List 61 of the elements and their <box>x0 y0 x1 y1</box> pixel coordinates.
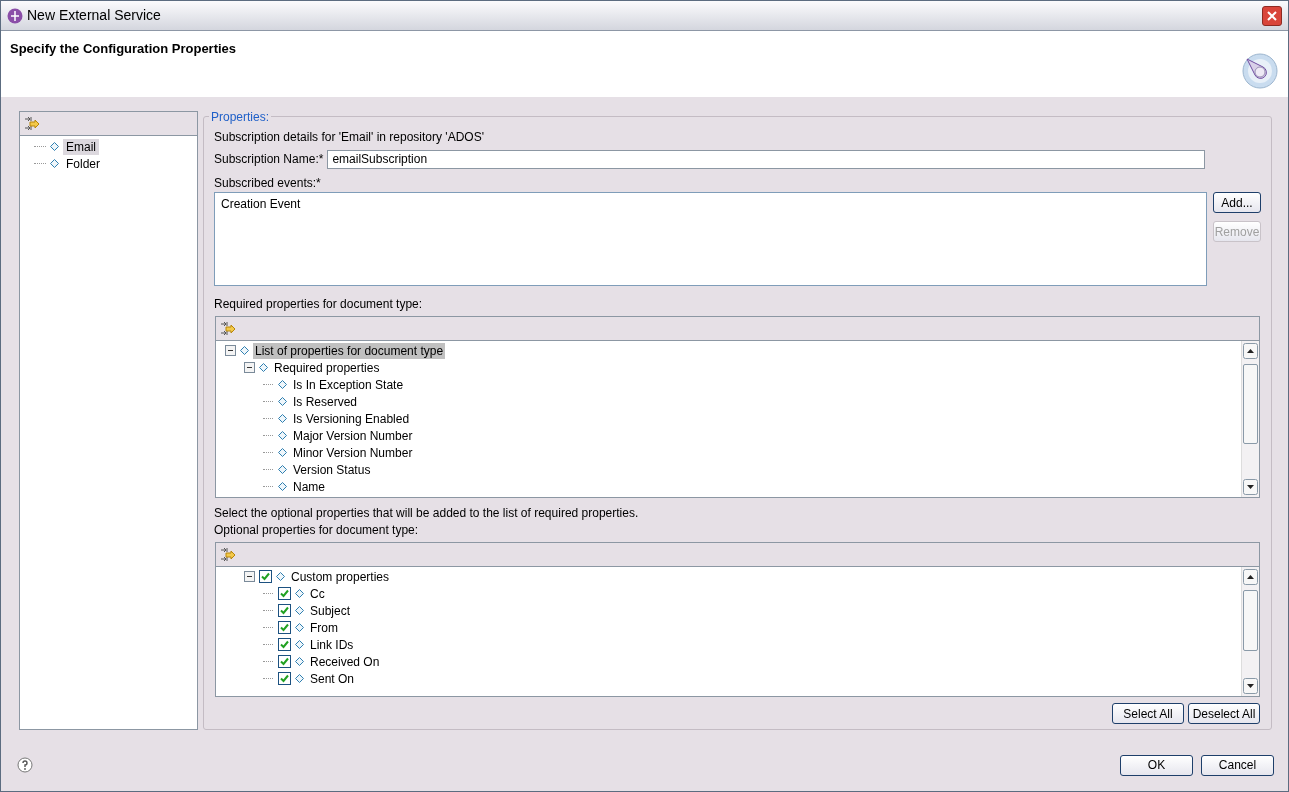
checkbox[interactable] <box>278 672 291 685</box>
section-label: Required properties for document type: <box>214 296 424 311</box>
close-button[interactable] <box>1262 5 1282 26</box>
collapse-icon[interactable] <box>243 571 255 582</box>
checkbox[interactable] <box>259 570 272 583</box>
checkbox[interactable] <box>278 604 291 617</box>
add-button[interactable]: Add... <box>1213 192 1261 213</box>
collapse-icon[interactable] <box>243 362 255 373</box>
scroll-up-icon[interactable] <box>1243 343 1258 359</box>
field-label: Subscribed events:* <box>214 175 322 190</box>
page-title: Specify the Configuration Properties <box>10 40 237 58</box>
tree-item[interactable]: Is Reserved <box>291 393 360 410</box>
deselect-all-button[interactable]: Deselect All <box>1188 703 1260 724</box>
tree-item[interactable]: Minor Version Number <box>291 444 415 461</box>
collapse-all-icon[interactable] <box>24 115 42 132</box>
scroll-down-icon[interactable] <box>1243 479 1258 495</box>
tree-item[interactable]: Name <box>291 478 327 495</box>
diamond-icon <box>276 572 285 581</box>
checkbox[interactable] <box>278 587 291 600</box>
ok-button[interactable]: OK <box>1120 754 1193 776</box>
gauge-icon <box>1241 51 1279 91</box>
sidebar-item[interactable]: Email <box>63 138 99 155</box>
field-label: Subscription Name:* <box>214 151 324 168</box>
subscription-details: Subscription details for 'Email' in repository 'ADOS' <box>214 129 485 146</box>
scrollbar[interactable] <box>1241 341 1259 497</box>
tree-item[interactable]: Received On <box>308 653 382 670</box>
tree-item[interactable]: Version Status <box>291 461 373 478</box>
tree-item[interactable]: From <box>308 619 340 636</box>
scroll-down-icon[interactable] <box>1243 678 1258 694</box>
select-all-button[interactable]: Select All <box>1112 703 1184 724</box>
events-list[interactable]: Creation Event <box>214 192 1207 286</box>
section-label: Optional properties for document type: <box>214 522 420 537</box>
tree-item[interactable]: Link IDs <box>308 636 356 653</box>
subscription-name-field[interactable]: emailSubscription <box>327 149 1205 169</box>
tree-item[interactable]: List of properties for document type <box>253 342 446 359</box>
tree-item[interactable]: Required properties <box>272 359 382 376</box>
collapse-icon[interactable] <box>224 345 236 356</box>
list-item[interactable]: Creation Event <box>221 195 1200 212</box>
sidebar-item[interactable]: Folder <box>63 155 103 172</box>
collapse-all-icon[interactable] <box>220 546 238 563</box>
optional-hint: Select the optional properties that will be added to the list of required properties. <box>214 505 640 521</box>
cancel-button[interactable]: Cancel <box>1201 754 1274 776</box>
checkbox[interactable] <box>278 638 291 651</box>
checkbox[interactable] <box>278 655 291 668</box>
diamond-icon <box>259 363 268 372</box>
scroll-up-icon[interactable] <box>1243 569 1258 585</box>
diamond-icon <box>240 346 249 355</box>
app-icon <box>7 7 23 24</box>
tree-item[interactable]: Is In Exception State <box>291 376 406 393</box>
scrollbar[interactable] <box>1241 567 1259 696</box>
help-icon[interactable] <box>17 757 33 773</box>
collapse-all-icon[interactable] <box>220 320 238 337</box>
tree-item[interactable]: Custom properties <box>289 568 392 585</box>
window-title: New External Service <box>27 6 162 25</box>
tree-item[interactable]: Subject <box>308 602 353 619</box>
checkbox[interactable] <box>278 621 291 634</box>
tree-item[interactable]: Sent On <box>308 670 357 687</box>
tree-item[interactable]: Cc <box>308 585 327 602</box>
tree-item[interactable]: Is Versioning Enabled <box>291 410 412 427</box>
tree-item[interactable]: Major Version Number <box>291 427 415 444</box>
close-icon <box>1267 10 1277 21</box>
